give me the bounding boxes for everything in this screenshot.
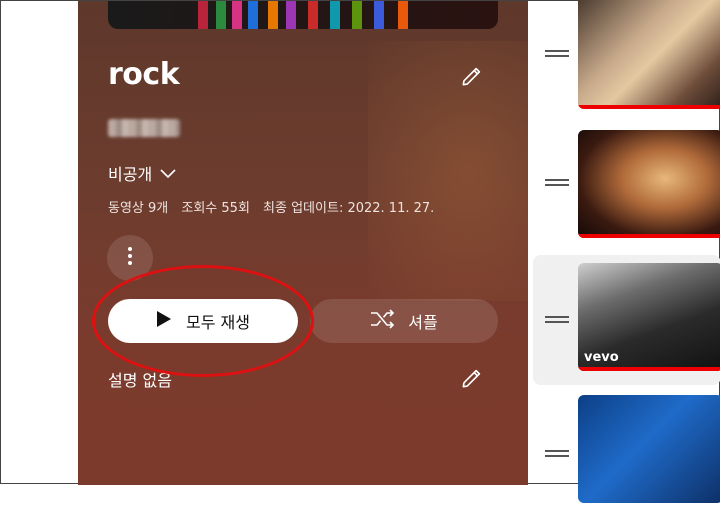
playlist-stats: 동영상 9개 조회수 55회 최종 업데이트: 2022. 11. 27. xyxy=(108,197,434,216)
video-list-item[interactable] xyxy=(533,126,720,250)
privacy-dropdown[interactable]: 비공개 xyxy=(108,161,176,185)
view-count: 조회수 55회 xyxy=(181,201,250,216)
shuffle-icon xyxy=(370,309,396,333)
video-thumbnail[interactable] xyxy=(578,0,720,109)
thumbnail-badge: vevo xyxy=(584,350,619,365)
video-thumbnail[interactable]: vevo xyxy=(578,263,720,371)
video-list-item[interactable] xyxy=(533,391,720,515)
last-updated: 최종 업데이트: 2022. 11. 27. xyxy=(263,201,435,216)
owner-name-blurred[interactable] xyxy=(108,119,180,137)
chevron-down-icon xyxy=(160,164,176,183)
drag-handle-icon[interactable] xyxy=(545,313,569,327)
privacy-label: 비공개 xyxy=(108,165,153,184)
edit-description-pencil-icon[interactable] xyxy=(459,365,485,391)
video-count: 동영상 9개 xyxy=(108,201,169,216)
playlist-cover-image[interactable] xyxy=(108,1,498,29)
shuffle-label: 셔플 xyxy=(408,313,438,332)
watch-progress-bar xyxy=(578,234,720,238)
watch-progress-bar xyxy=(578,367,720,371)
playlist-description[interactable]: 설명 없음 xyxy=(108,367,172,391)
video-thumbnail[interactable] xyxy=(578,395,720,503)
playlist-header-panel: rock 비공개 동영상 9개 조회수 55회 최종 업데이트: 2022. 1… xyxy=(78,1,528,485)
drag-handle-icon[interactable] xyxy=(545,447,569,461)
shuffle-button[interactable]: 셔플 xyxy=(310,299,498,343)
playlist-title: rock xyxy=(108,57,180,92)
drag-handle-icon[interactable] xyxy=(545,176,569,190)
playlist-video-list: vevo xyxy=(528,0,720,503)
more-vert-icon xyxy=(127,246,133,270)
edit-title-pencil-icon[interactable] xyxy=(459,63,485,89)
video-list-item-selected[interactable]: vevo xyxy=(533,255,720,385)
more-actions-button[interactable] xyxy=(107,235,153,281)
panel-glow xyxy=(368,41,528,301)
play-all-button[interactable]: 모두 재생 xyxy=(108,299,298,343)
watch-progress-bar xyxy=(578,105,720,109)
drag-handle-icon[interactable] xyxy=(545,47,569,61)
play-all-label: 모두 재생 xyxy=(186,313,250,332)
video-list-item[interactable] xyxy=(533,0,720,109)
play-icon xyxy=(156,310,172,332)
video-thumbnail[interactable] xyxy=(578,130,720,238)
